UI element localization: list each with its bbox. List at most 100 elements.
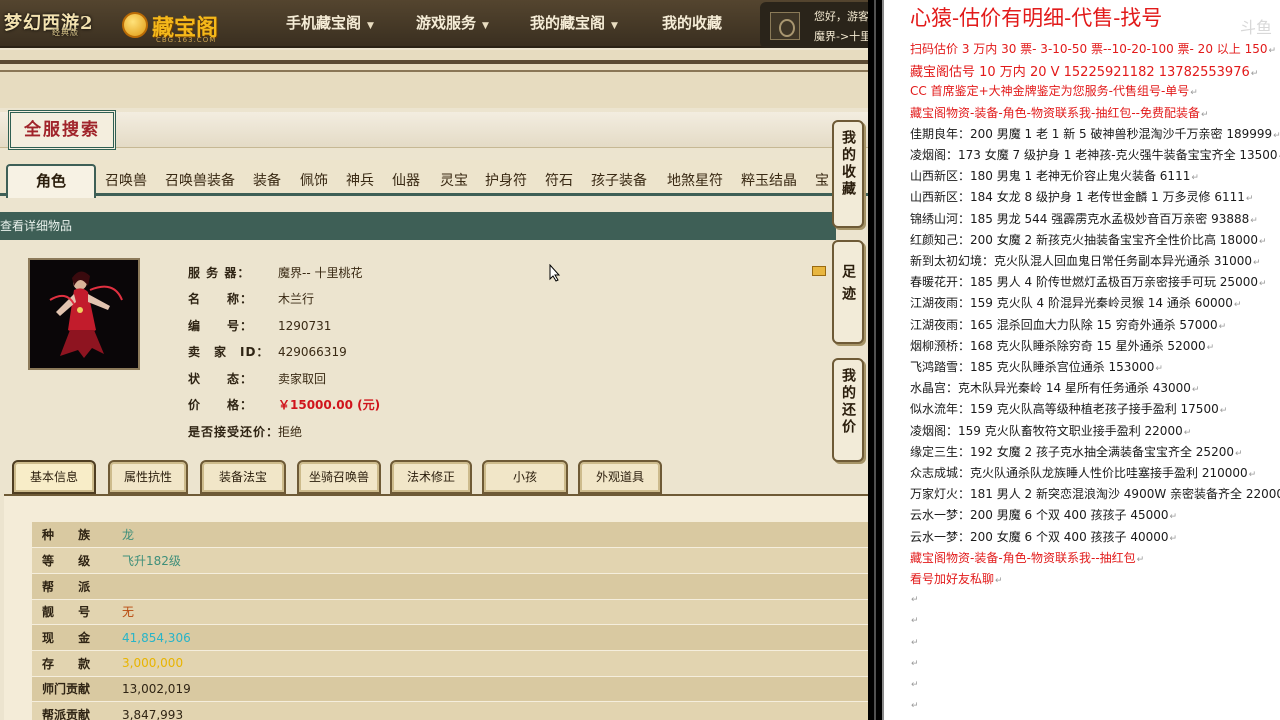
side-tab-label: 我的还价	[840, 368, 856, 436]
side-tab-my-offers[interactable]: 我的还价	[832, 358, 864, 462]
tab-appearance[interactable]: 外观道具	[578, 460, 662, 494]
category-tab[interactable]: 粹玉结晶	[741, 170, 797, 190]
note-line: 云水一梦：200 男魔 6 个双 400 孩孩子 45000↵	[910, 506, 1177, 523]
note-line: 众志成城：克火队通杀队龙族睡人性价比哇塞接手盈利 210000↵	[910, 464, 1256, 481]
pilcrow-icon: ↵	[1258, 279, 1267, 290]
pilcrow-icon: ↵	[1206, 342, 1215, 353]
side-tab-favorites[interactable]: 我的收藏	[832, 120, 864, 228]
category-tab[interactable]: 神兵	[346, 170, 374, 190]
pilcrow-icon: ↵	[911, 701, 919, 712]
info-seller-id: 卖 家 ID： 429066319	[188, 343, 347, 360]
info-value: 1290731	[278, 319, 332, 333]
watermark: 斗鱼	[1239, 18, 1272, 37]
attribute-table: 种 族龙 等 级飞升182级 帮 派 靓 号无 现 金 41,854,306 存 …	[32, 522, 868, 720]
category-tab[interactable]: 仙器	[392, 170, 420, 190]
pilcrow-icon: ↵	[911, 637, 919, 648]
category-tab[interactable]: 孩子装备	[591, 170, 647, 190]
pilcrow-icon: ↵	[1169, 512, 1178, 523]
category-tab[interactable]: 召唤兽装备	[165, 170, 235, 190]
tab-children[interactable]: 小孩	[482, 460, 568, 494]
search-bar	[0, 112, 868, 148]
cbg-logo[interactable]: 藏宝阁 CBG.163.COM	[120, 6, 230, 44]
note-text: 云水一梦：200 男魔 6 个双 400 孩孩子 45000	[910, 508, 1169, 523]
mouse-cursor-icon	[549, 264, 561, 282]
attr-value: 13,002,019	[114, 676, 868, 703]
category-tab-active[interactable]: 角色	[6, 164, 96, 198]
pilcrow-icon: ↵	[1234, 448, 1243, 459]
info-value: 魔界-- 十里桃花	[278, 266, 363, 280]
note-line: ↵	[910, 591, 919, 605]
folder-icon[interactable]	[812, 266, 826, 276]
side-tab-label: 足迹	[840, 264, 856, 308]
category-tab[interactable]: 护身符	[485, 170, 527, 190]
category-tab[interactable]: 装备	[253, 170, 281, 190]
nav-mobile-cbg[interactable]: 手机藏宝阁 ▼	[286, 0, 374, 46]
nav-my-favorites[interactable]: 我的收藏	[662, 0, 722, 46]
pilcrow-icon: ↵	[1191, 385, 1200, 396]
nav-game-service[interactable]: 游戏服务 ▼	[416, 0, 489, 46]
all-server-search-title[interactable]: 全服搜索	[8, 110, 116, 150]
user-box[interactable]: 您好，游客 魔界->十里	[760, 2, 868, 48]
note-line: ↵	[910, 697, 919, 711]
game-logo[interactable]: 梦幻西游2 经典版	[0, 6, 100, 42]
nav-label: 游戏服务	[416, 14, 477, 32]
attr-value: 3,847,993	[114, 701, 868, 720]
attr-key: 靓 号	[32, 599, 114, 626]
info-id: 编 号： 1290731	[188, 317, 331, 334]
note-text: 看号加好友私聊	[910, 572, 995, 586]
info-label: 价 格：	[188, 398, 254, 412]
category-tab[interactable]: 宝	[815, 170, 829, 190]
note-line: 万家灯火：181 男人 2 新突恋混浪淘沙 4900W 亲密装备齐全 22000…	[910, 485, 1280, 502]
note-line: ↵	[910, 634, 919, 648]
category-tab[interactable]: 佩饰	[300, 170, 328, 190]
pilcrow-icon: ↵	[1218, 321, 1227, 332]
note-line: 江湖夜雨：159 克火队 4 阶混异光秦岭灵猴 14 通杀 60000↵	[910, 294, 1241, 311]
note-line: 新到太初幻境：克火队混人回血鬼日常任务副本异光通杀 31000↵	[910, 252, 1261, 269]
info-name: 名 称： 木兰行	[188, 290, 314, 307]
table-row: 帮派贡献 3,847,993	[32, 701, 868, 720]
pilcrow-icon: ↵	[1136, 554, 1145, 565]
nav-my-cbg[interactable]: 我的藏宝阁 ▼	[530, 0, 618, 46]
game-logo-sub: 经典版	[52, 28, 79, 37]
info-value: 木兰行	[278, 292, 315, 306]
note-text: 江湖夜雨：165 混杀回血大力队除 15 穷奇外通杀 57000	[910, 317, 1218, 332]
note-line: 扫码估价 3 万内 30 票- 3-10-50 票--10-20-100 票- …	[910, 40, 1276, 57]
decor-strip	[0, 50, 868, 108]
category-tab[interactable]: 地煞星符	[667, 170, 723, 190]
note-text: 藏宝阁物资-装备-角色-物资联系我--抽红包	[910, 550, 1136, 565]
pilcrow-icon: ↵	[1169, 533, 1178, 544]
window-divider[interactable]	[868, 0, 882, 720]
category-tab[interactable]: 灵宝	[440, 170, 468, 190]
tab-equipment[interactable]: 装备法宝	[200, 460, 286, 494]
category-tab[interactable]: 符石	[545, 170, 573, 190]
note-line: 看号加好友私聊↵	[910, 570, 1003, 587]
side-tab-footprint[interactable]: 足迹	[832, 240, 864, 344]
note-text: CC 首席鉴定+大神金牌鉴定为您服务-代售组号-单号	[910, 84, 1190, 99]
nav-label: 我的藏宝阁	[530, 14, 606, 32]
user-server[interactable]: 魔界->十里	[814, 28, 868, 44]
pilcrow-icon: ↵	[1155, 364, 1163, 374]
price-value: ￥15000.00 (元)	[278, 398, 381, 412]
note-text: 藏宝阁物资-装备-角色-物资联系我-抽红包--免费配装备	[910, 105, 1200, 120]
table-row: 等 级飞升182级	[32, 547, 868, 574]
note-text: 山西新区：184 女龙 8 级护身 1 老传世金麟 1 万多灵修 6111	[910, 190, 1245, 205]
nav-label: 我的收藏	[662, 14, 723, 32]
chevron-down-icon: ▼	[482, 21, 489, 31]
game-logo-text: 梦幻西游2	[4, 13, 94, 34]
pilcrow-icon: ↵	[911, 616, 919, 627]
attr-key: 等 级	[32, 547, 114, 574]
info-label: 服 务 器：	[188, 266, 251, 280]
tab-attributes[interactable]: 属性抗性	[108, 460, 188, 494]
tab-mounts-pets[interactable]: 坐骑召唤兽	[297, 460, 381, 494]
pilcrow-icon: ↵	[911, 658, 919, 669]
attr-key: 存 款	[32, 650, 114, 677]
pilcrow-icon: ↵	[1233, 300, 1242, 311]
tab-basic-info[interactable]: 基本信息	[12, 460, 96, 494]
category-tab[interactable]: 召唤兽	[105, 170, 147, 190]
pilcrow-icon: ↵	[1245, 194, 1254, 205]
tab-spell-mods[interactable]: 法术修正	[390, 460, 472, 494]
note-line: 佳期良年：200 男魔 1 老 1 新 5 破神兽秒混淘沙千万亲密 189999…	[910, 125, 1280, 142]
note-text: 藏宝阁估号 10 万内 20 V 15225921182 13782553976	[910, 65, 1250, 81]
info-label: 卖 家 ID：	[188, 345, 270, 359]
pilcrow-icon: ↵	[1268, 46, 1277, 56]
